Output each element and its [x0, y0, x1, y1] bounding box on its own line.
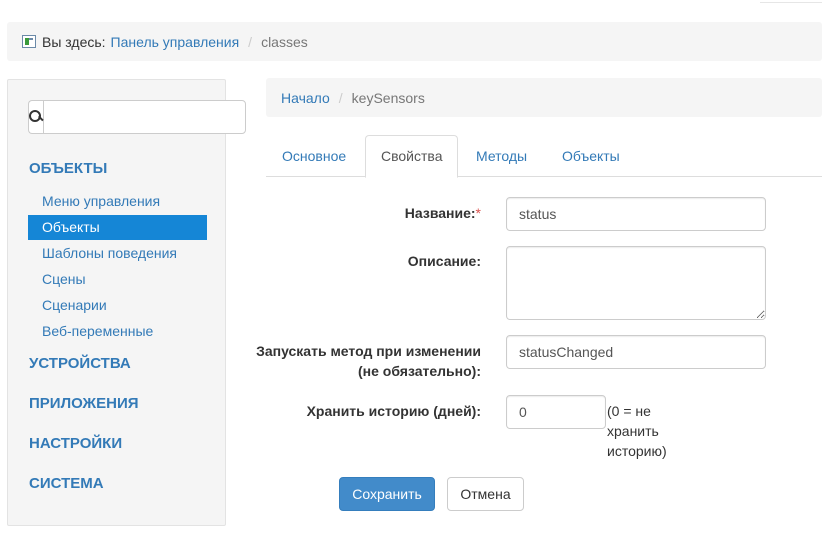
- sidebar-item-control-menu[interactable]: Меню управления: [28, 189, 207, 214]
- tab-methods[interactable]: Методы: [461, 135, 542, 177]
- tab-general[interactable]: Основное: [267, 135, 361, 177]
- name-label: Название:*: [405, 203, 481, 223]
- nav-section-objects[interactable]: ОБЪЕКТЫ: [29, 160, 107, 177]
- nav-section-devices[interactable]: УСТРОЙСТВА: [29, 355, 131, 372]
- content-breadcrumb-home-link[interactable]: Начало: [281, 90, 330, 106]
- save-button[interactable]: Сохранить: [339, 477, 435, 511]
- sidebar-item-scenes[interactable]: Сцены: [28, 267, 207, 292]
- history-label: Хранить историю (дней):: [306, 403, 481, 419]
- required-mark: *: [475, 205, 481, 221]
- top-edge-line: [760, 2, 822, 3]
- nav-section-applications[interactable]: ПРИЛОЖЕНИЯ: [29, 395, 139, 412]
- description-textarea[interactable]: [506, 246, 766, 320]
- content-breadcrumb: Начало / keySensors: [266, 78, 822, 117]
- cancel-button[interactable]: Отмена: [447, 477, 524, 511]
- search-button[interactable]: [28, 100, 43, 134]
- content-breadcrumb-current: keySensors: [351, 89, 425, 106]
- tab-properties[interactable]: Свойства: [365, 135, 459, 178]
- history-days-input[interactable]: [506, 395, 606, 429]
- method-label-line2: (не обязательно):: [357, 363, 481, 379]
- nav-section-system[interactable]: СИСТЕМА: [29, 475, 104, 492]
- history-help-text: (0 = не хранить историю): [607, 401, 687, 461]
- sidebar: ОБЪЕКТЫ Меню управления Объекты Шаблоны …: [7, 79, 246, 526]
- top-breadcrumb: Вы здесь: Панель управления / classes: [7, 22, 822, 61]
- sidebar-item-behavior-templates[interactable]: Шаблоны поведения: [28, 241, 207, 266]
- name-input[interactable]: [506, 197, 766, 231]
- search-input[interactable]: [43, 100, 246, 134]
- content-breadcrumb-separator: /: [338, 89, 343, 106]
- method-input[interactable]: [506, 335, 766, 369]
- history-help-line2: хранить: [607, 423, 659, 439]
- tab-bar: Основное Свойства Методы Объекты: [266, 135, 822, 178]
- method-label-line1: Запускать метод при изменении: [256, 343, 481, 359]
- description-label: Описание:: [407, 253, 481, 269]
- method-label: Запускать метод при изменении (не обязат…: [256, 341, 481, 381]
- breadcrumb-home-link[interactable]: Панель управления: [111, 34, 240, 50]
- page-icon: [22, 35, 36, 48]
- tab-objects[interactable]: Объекты: [547, 135, 635, 177]
- history-help-line3: историю): [607, 443, 667, 459]
- search-group: [28, 100, 246, 134]
- breadcrumb-current: classes: [261, 33, 308, 50]
- history-help-line1: (0 = не: [607, 403, 651, 419]
- search-icon: [29, 110, 43, 124]
- breadcrumb-prefix: Вы здесь:: [42, 33, 106, 50]
- sidebar-item-objects[interactable]: Объекты: [28, 215, 207, 240]
- breadcrumb-separator: /: [248, 33, 253, 50]
- nav-section-settings[interactable]: НАСТРОЙКИ: [29, 435, 122, 452]
- sidebar-item-scripts[interactable]: Сценарии: [28, 293, 207, 318]
- name-label-text: Название:: [404, 205, 476, 221]
- sidebar-item-web-variables[interactable]: Веб-переменные: [28, 319, 207, 344]
